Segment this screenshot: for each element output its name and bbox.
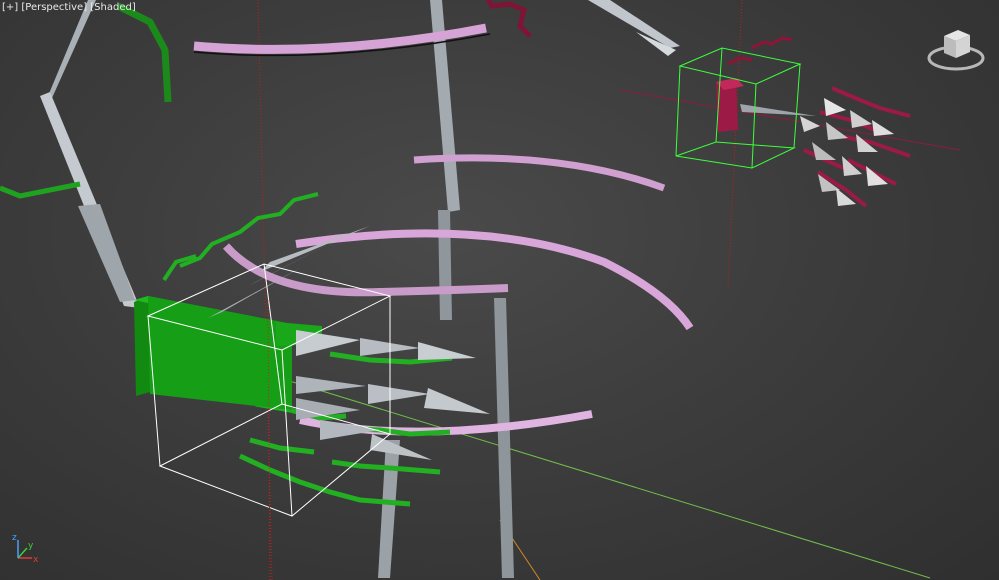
- green-stroke-top-left: [116, 2, 172, 103]
- green-selection-box: [675, 47, 802, 169]
- crimson-line-1: [831, 86, 911, 118]
- grey-arrow-6: [424, 388, 490, 414]
- grey-arrow-11: [208, 268, 300, 318]
- perspective-viewport[interactable]: [+] [Perspective] [Shaded] z x y: [0, 0, 999, 580]
- grey-spike-diagonal-2: [78, 204, 135, 302]
- viewport-view-label[interactable]: [Perspective]: [21, 2, 87, 13]
- crimson-squiggle-top: [485, 0, 532, 38]
- viewport-shading-label[interactable]: [Shaded]: [90, 2, 135, 13]
- grey-spike-top-left: [48, 0, 96, 98]
- grey-spike-top-right: [588, 0, 680, 48]
- viewcube-icon[interactable]: [926, 22, 986, 74]
- viewport-label: [+] [Perspective] [Shaded]: [2, 2, 136, 13]
- grey-arrow-5: [368, 384, 430, 404]
- grey-arrow-4: [296, 376, 366, 394]
- small-pyramid-5: [826, 122, 848, 140]
- small-pyramid-3: [872, 120, 894, 136]
- viewport-menu-button[interactable]: [+]: [2, 2, 18, 13]
- small-pyramid-9: [866, 166, 888, 186]
- world-axis-red-line-right: [727, 0, 743, 291]
- small-pyramid-4: [800, 116, 820, 132]
- grey-pole-center-lower: [438, 210, 452, 320]
- green-zigzag-4: [249, 437, 315, 455]
- axis-label-z: z: [12, 533, 17, 543]
- axis-label-x: x: [33, 555, 39, 565]
- grey-arrow-10: [260, 226, 370, 272]
- grey-arrow-1: [296, 330, 360, 356]
- small-pyramid-12: [740, 104, 816, 116]
- grey-arrow-12: [248, 238, 340, 286]
- axis-tripod-icon: z x y: [12, 533, 39, 565]
- crimson-squiggle-2: [727, 56, 753, 66]
- grey-pole-bottom: [378, 440, 400, 578]
- grey-arrow-9: [370, 434, 432, 460]
- small-pyramid-2: [850, 110, 872, 128]
- world-axis-red-horizontal: [619, 89, 961, 151]
- small-pyramid-1: [824, 98, 846, 116]
- grey-arrow-3: [418, 342, 476, 360]
- green-box-front: [134, 296, 150, 396]
- grey-pole-right: [494, 298, 514, 578]
- world-axis-green-line: [269, 374, 931, 579]
- axis-label-y: y: [28, 541, 34, 551]
- green-stroke-left: [0, 181, 81, 199]
- small-pyramid-7: [812, 142, 836, 160]
- scene-canvas[interactable]: [0, 0, 999, 580]
- crimson-squiggle-1: [751, 36, 793, 50]
